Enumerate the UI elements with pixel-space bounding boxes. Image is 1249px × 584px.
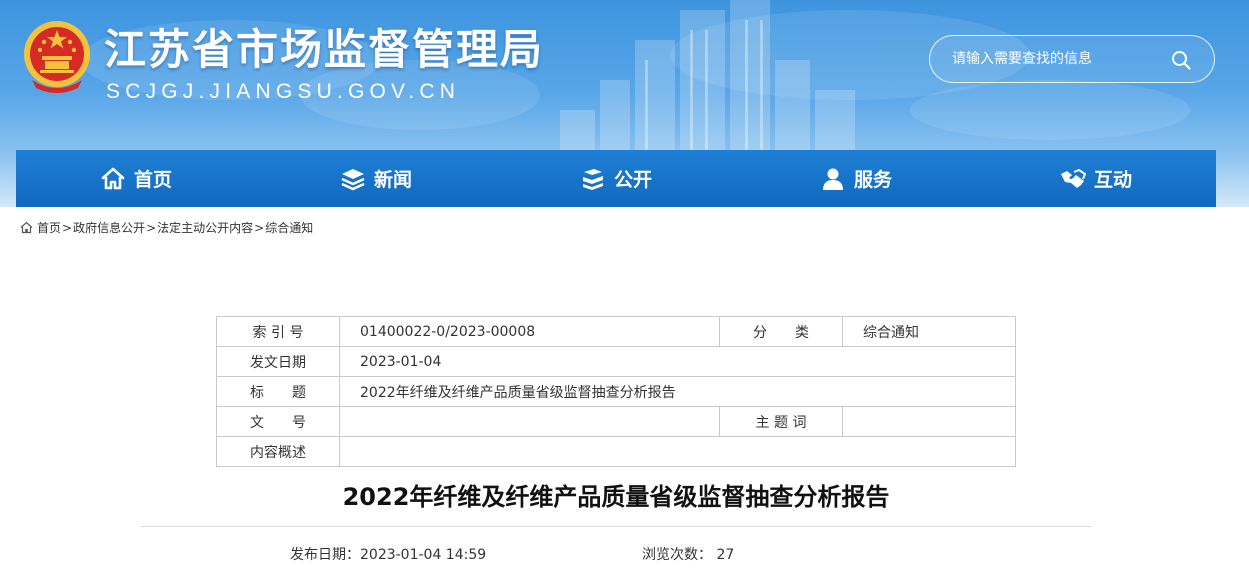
books-icon <box>582 168 603 190</box>
date-value: 2023-01-04 <box>339 346 1016 377</box>
site-domain: SCJGJ.JIANGSU.GOV.CN <box>106 80 461 103</box>
category-value: 综合通知 <box>842 316 1016 347</box>
search-box <box>929 35 1215 83</box>
breadcrumb-home[interactable]: 首页 <box>37 219 61 236</box>
view-count: 浏览次数： 27 <box>642 547 735 563</box>
home-icon <box>20 221 33 234</box>
handshake-icon <box>1060 168 1086 188</box>
search-icon[interactable] <box>1170 49 1192 71</box>
main-content: 首页 > 政府信息公开 > 法定主动公开内容 > 综合通知 索 引 号 0140… <box>16 207 1216 584</box>
breadcrumb-notice[interactable]: 综合通知 <box>265 219 313 236</box>
nav-item-label: 首页 <box>133 169 172 191</box>
docno-label: 文 号 <box>216 406 340 437</box>
nav-item-home[interactable]: 首页 <box>16 150 256 207</box>
main-nav: 首页 新闻 公开 服务 互动 <box>16 150 1216 207</box>
layers-icon <box>341 168 365 190</box>
keywords-value <box>842 406 1016 437</box>
article-title: 2022年纤维及纤维产品质量省级监督抽查分析报告 <box>342 483 890 511</box>
nav-item-label: 服务 <box>853 169 892 191</box>
table-row: 标 题 2022年纤维及纤维产品质量省级监督抽查分析报告 <box>216 376 1016 407</box>
breadcrumb-separator: > <box>62 220 73 235</box>
keywords-label: 主 题 词 <box>719 406 843 437</box>
nav-item-interact[interactable]: 互动 <box>976 150 1216 207</box>
date-label: 发文日期 <box>216 346 340 377</box>
user-service-icon <box>822 168 843 190</box>
search-input[interactable] <box>952 48 1162 70</box>
table-row: 发文日期 2023-01-04 <box>216 346 1016 377</box>
title-value: 2022年纤维及纤维产品质量省级监督抽查分析报告 <box>339 376 1016 407</box>
table-row: 文 号 主 题 词 <box>216 406 1016 437</box>
breadcrumb: 首页 > 政府信息公开 > 法定主动公开内容 > 综合通知 <box>20 219 313 236</box>
docno-value <box>339 406 720 437</box>
site-title: 江苏省市场监督管理局 <box>104 25 545 74</box>
summary-value <box>339 436 1016 467</box>
national-emblem-icon <box>24 21 90 93</box>
nav-item-label: 公开 <box>613 169 652 191</box>
breadcrumb-statutory[interactable]: 法定主动公开内容 <box>157 219 253 236</box>
nav-item-open[interactable]: 公开 <box>496 150 736 207</box>
home-icon <box>101 167 125 189</box>
publish-date: 发布日期：2023-01-04 14:59 <box>290 547 487 563</box>
nav-item-label: 互动 <box>1093 169 1132 191</box>
document-meta-table: 索 引 号 01400022-0/2023-00008 分 类 综合通知 发文日… <box>216 316 1016 467</box>
breadcrumb-separator: > <box>146 220 157 235</box>
category-label: 分 类 <box>719 316 843 347</box>
title-label: 标 题 <box>216 376 340 407</box>
nav-item-news[interactable]: 新闻 <box>256 150 496 207</box>
index-value: 01400022-0/2023-00008 <box>339 316 720 347</box>
nav-item-service[interactable]: 服务 <box>736 150 976 207</box>
summary-label: 内容概述 <box>216 436 340 467</box>
table-row: 内容概述 <box>216 436 1016 467</box>
nav-item-label: 新闻 <box>373 169 412 191</box>
breadcrumb-separator: > <box>254 220 265 235</box>
index-label: 索 引 号 <box>216 316 340 347</box>
table-row: 索 引 号 01400022-0/2023-00008 分 类 综合通知 <box>216 316 1016 347</box>
title-divider <box>141 526 1091 527</box>
breadcrumb-gov-info[interactable]: 政府信息公开 <box>73 219 145 236</box>
